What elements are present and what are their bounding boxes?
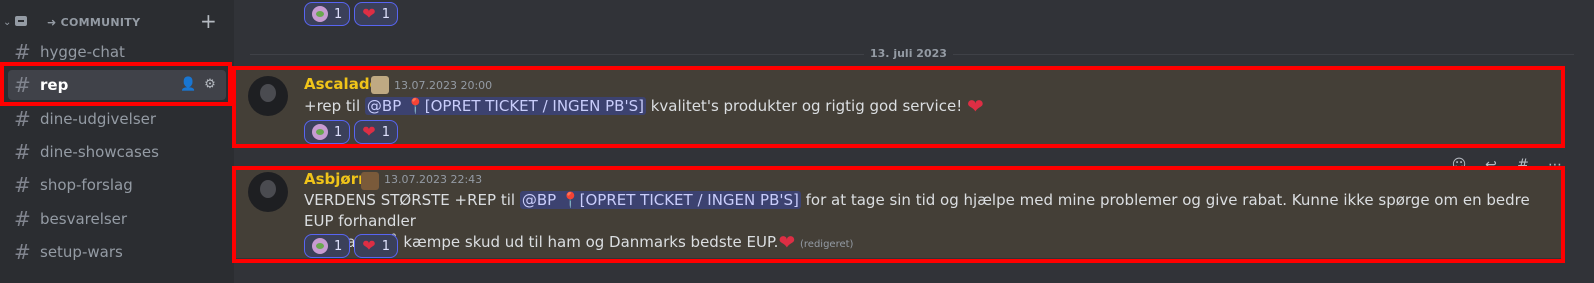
channel-name: dine-udgivelser xyxy=(40,110,157,128)
hash-icon: # xyxy=(14,107,31,131)
highlight-box-channel xyxy=(0,62,232,106)
hash-icon: # xyxy=(14,240,31,264)
heart-emoji-icon: ❤ xyxy=(362,4,376,23)
date-divider-label: 13. juli 2023 xyxy=(864,47,953,61)
frog-emoji-icon xyxy=(312,6,328,22)
channel-name: besvarelser xyxy=(40,210,128,228)
category-label: ➜ COMMUNITY xyxy=(47,16,141,29)
highlight-box-message-2 xyxy=(232,166,1565,263)
channel-setup-wars[interactable]: # setup-wars xyxy=(8,237,226,267)
hash-icon: # xyxy=(14,140,31,164)
channel-name: dine-showcases xyxy=(40,143,159,161)
highlight-box-message-1 xyxy=(232,66,1565,148)
channel-name: setup-wars xyxy=(40,243,123,261)
channel-shop-forslag[interactable]: # shop-forslag xyxy=(8,170,226,200)
category-community[interactable]: ⌄ ➜ COMMUNITY + xyxy=(0,11,234,32)
hash-icon: # xyxy=(14,207,31,231)
channel-name: shop-forslag xyxy=(40,176,133,194)
hash-icon: # xyxy=(14,173,31,197)
channel-sidebar: ⌄ ➜ COMMUNITY + # hygge-chat # rep 👤 ⚙ #… xyxy=(0,0,234,283)
channel-dine-udgivelser[interactable]: # dine-udgivelser xyxy=(8,104,226,134)
reaction-heart[interactable]: ❤ 1 xyxy=(354,2,398,26)
channel-dine-showcases[interactable]: # dine-showcases xyxy=(8,137,226,167)
reaction-count: 1 xyxy=(381,6,390,22)
reaction-frog[interactable]: 1 xyxy=(304,2,351,26)
chat-bubble-icon xyxy=(15,16,27,26)
chevron-down-icon[interactable]: ⌄ xyxy=(3,14,11,32)
channel-name: hygge-chat xyxy=(40,43,125,61)
reaction-count: 1 xyxy=(334,6,343,22)
reaction-bar: 1 ❤ 1 xyxy=(304,2,398,26)
channel-besvarelser[interactable]: # besvarelser xyxy=(8,204,226,234)
add-channel-button[interactable]: + xyxy=(200,11,217,31)
